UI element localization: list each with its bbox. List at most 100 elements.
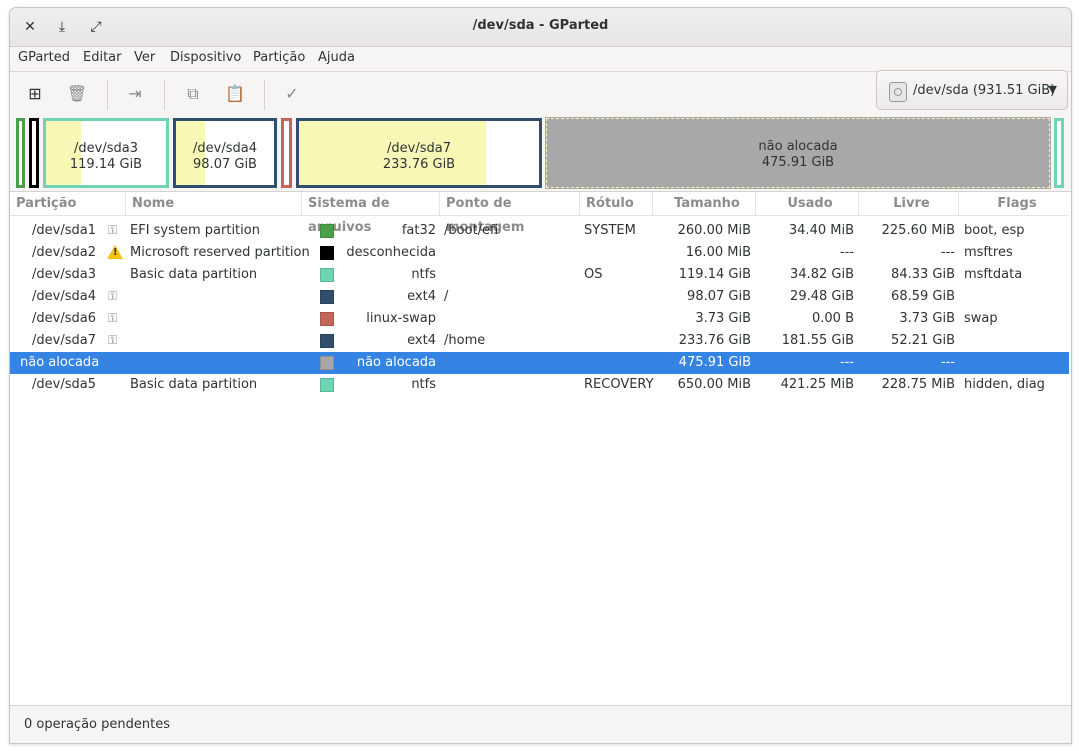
col-header-tamanho[interactable]: Tamanho (653, 192, 756, 216)
partition-label: não alocada 475.91 GiB (758, 139, 838, 170)
cell-used: --- (839, 245, 854, 260)
table-row[interactable]: /dev/sda1 ⚿ EFI system partition fat32/boot… (10, 220, 1069, 242)
diskmap-sda5[interactable] (1054, 118, 1064, 188)
table-row[interactable]: /dev/sda7 ⚿ ext4/home 233.76 GiB 181.55 GiB 5… (10, 330, 1069, 352)
partition-label: /dev/sda3 119.14 GiB (69, 141, 143, 172)
cell-filesystem: desconhecida (346, 245, 436, 260)
key-icon: ⚿ (108, 333, 118, 347)
diskmap-sda4[interactable]: /dev/sda4 98.07 GiB (173, 118, 277, 188)
cell-flags: msftres (964, 245, 1013, 260)
cell-filesystem: ext4 (407, 333, 436, 348)
cell-used: 421.25 MiB (780, 377, 854, 392)
table-row[interactable]: /dev/sda3 Basic data partition ntfs OS 119.1… (10, 264, 1069, 286)
table-row[interactable]: /dev/sda6 ⚿ linux-swap 3.73 GiB 0.00 B 3.73 G… (10, 308, 1069, 330)
col-header-nome[interactable]: Nome (126, 192, 302, 216)
cell-used: 181.55 GiB (781, 333, 854, 348)
paste-icon[interactable]: 📋 (221, 80, 249, 108)
cell-partition: /dev/sda4 (32, 289, 96, 304)
warning-icon: ! (107, 245, 123, 259)
table-row[interactable]: /dev/sda2! Microsoft reserved partition de… (10, 242, 1069, 264)
toolbar-separator (164, 80, 165, 110)
cell-name: Basic data partition (130, 267, 258, 282)
resize-move-icon[interactable]: ⇥ (121, 80, 149, 108)
diskmap-unallocated[interactable]: não alocada 475.91 GiB (545, 117, 1051, 189)
cell-partition: /dev/sda7 (32, 333, 96, 348)
cell-filesystem: linux-swap (366, 311, 436, 326)
apply-checkmark-icon[interactable]: ✓ (278, 80, 306, 108)
chevron-down-icon: ▼ (1048, 83, 1057, 96)
diskmap-sda6[interactable] (281, 118, 292, 188)
partition-label: /dev/sda7 233.76 GiB (382, 141, 456, 172)
cell-flags: msftdata (964, 267, 1023, 282)
fs-color-swatch (320, 290, 334, 304)
cell-free: --- (940, 355, 955, 370)
diskmap-sda2[interactable] (29, 118, 39, 188)
fs-color-swatch (320, 312, 334, 326)
cell-label: OS (584, 267, 603, 282)
cell-size: 16.00 MiB (685, 245, 751, 260)
cell-mountpoint: /home (444, 333, 486, 348)
menu-particao[interactable]: Partição (253, 50, 305, 65)
key-icon: ⚿ (108, 311, 118, 325)
diskmap-sda1[interactable] (16, 118, 25, 188)
fs-color-swatch (320, 246, 334, 260)
cell-mountpoint: / (444, 289, 449, 304)
cell-name: EFI system partition (130, 223, 260, 238)
cell-used: --- (839, 355, 854, 370)
cell-name: Basic data partition (130, 377, 258, 392)
menu-ver[interactable]: Ver (134, 50, 155, 65)
menu-gparted[interactable]: GParted (18, 50, 70, 65)
cell-filesystem: fat32 (401, 223, 436, 238)
diskmap-sda7[interactable]: /dev/sda7 233.76 GiB (296, 118, 542, 188)
delete-icon[interactable]: 🗑 (63, 80, 91, 108)
partition-label: /dev/sda4 98.07 GiB (193, 141, 257, 172)
table-row[interactable]: /dev/sda4 ⚿ ext4 / 98.07 GiB 29.48 GiB 68.59 G… (10, 286, 1069, 308)
device-selector[interactable]: /dev/sda (931.51 GiB) ▼ (876, 70, 1068, 110)
col-header-sistema[interactable]: Sistema de arquivos (302, 192, 440, 235)
cell-partition: /dev/sda5 (32, 377, 96, 392)
cell-mountpoint: /boot/efi (444, 223, 499, 238)
disk-map: /dev/sda3 119.14 GiB /dev/sda4 98.07 GiB /… (10, 115, 1071, 191)
key-icon: ⚿ (108, 289, 118, 303)
cell-size: 98.07 GiB (687, 289, 751, 304)
cell-size: 119.14 GiB (678, 267, 751, 282)
cell-name: Microsoft reserved partition (130, 245, 310, 260)
menu-bar: GParted Editar Ver Dispositivo Partição … (10, 47, 1071, 72)
fs-color-swatch (320, 268, 334, 282)
cell-used: 34.82 GiB (790, 267, 854, 282)
copy-icon[interactable]: ⧉ (179, 80, 207, 108)
fs-color-swatch (320, 378, 334, 392)
col-header-livre[interactable]: Livre (859, 192, 959, 216)
cell-filesystem: ext4 (407, 289, 436, 304)
cell-flags: boot, esp (964, 223, 1025, 238)
cell-free: 52.21 GiB (891, 333, 955, 348)
menu-editar[interactable]: Editar (83, 50, 122, 65)
partition-table: Partição Nome Sistema de arquivos Ponto … (10, 191, 1071, 705)
harddisk-icon (889, 82, 907, 102)
diskmap-sda3[interactable]: /dev/sda3 119.14 GiB (43, 118, 169, 188)
fs-color-swatch (320, 334, 334, 348)
new-partition-icon[interactable]: ⊞ (21, 80, 49, 108)
cell-free: 3.73 GiB (899, 311, 955, 326)
menu-dispositivo[interactable]: Dispositivo (170, 50, 241, 65)
cell-partition: /dev/sda2 (32, 245, 96, 260)
cell-label: SYSTEM (584, 223, 636, 238)
toolbar-separator (107, 80, 108, 110)
cell-size: 260.00 MiB (677, 223, 751, 238)
cell-used: 0.00 B (812, 311, 854, 326)
cell-partition: /dev/sda6 (32, 311, 96, 326)
col-header-particao[interactable]: Partição (10, 192, 126, 216)
menu-ajuda[interactable]: Ajuda (318, 50, 355, 65)
col-header-rotulo[interactable]: Rótulo (580, 192, 653, 216)
fs-color-swatch (320, 356, 334, 370)
table-row[interactable]: não alocada não alocada 475.91 GiB --- --- (10, 352, 1069, 374)
cell-partition: não alocada (20, 355, 100, 370)
col-header-usado[interactable]: Usado (756, 192, 859, 216)
toolbar-separator (264, 80, 265, 110)
status-bar: 0 operação pendentes (10, 705, 1071, 743)
table-row[interactable]: /dev/sda5 Basic data partition ntfs RECOVER… (10, 374, 1069, 396)
col-header-flags[interactable]: Flags (959, 192, 1069, 216)
cell-free: 228.75 MiB (881, 377, 955, 392)
cell-partition: /dev/sda3 (32, 267, 96, 282)
col-header-ponto[interactable]: Ponto de montagem (440, 192, 580, 235)
